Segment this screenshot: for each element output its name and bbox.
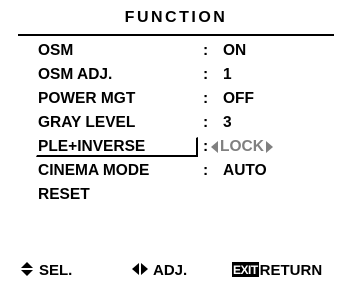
menu-item-osm[interactable]: OSM : ON <box>38 40 338 62</box>
title-divider <box>18 34 334 36</box>
menu-item-value: 3 <box>223 114 232 131</box>
osd-menu-panel: FUNCTION OSM : ON OSM ADJ. : 1 POWER MGT… <box>18 6 334 282</box>
menu-item-reset[interactable]: RESET <box>38 184 338 206</box>
menu-item-value: ON <box>223 42 247 59</box>
menu-item-colon: : <box>203 42 209 59</box>
menu-item-colon: : <box>203 162 209 179</box>
menu-item-label: PLE+INVERSE <box>38 138 146 155</box>
menu-item-power-mgt[interactable]: POWER MGT : OFF <box>38 88 338 110</box>
menu-item-label: OSM <box>38 42 74 59</box>
arrow-right-icon[interactable] <box>265 140 273 153</box>
return-hint: EXIT RETURN <box>232 262 322 279</box>
sel-label: SEL. <box>39 262 73 279</box>
menu-item-colon: : <box>203 66 209 83</box>
menu-item-cinema-mode[interactable]: CINEMA MODE : AUTO <box>38 160 338 182</box>
menu-item-label: CINEMA MODE <box>38 162 150 179</box>
exit-button-icon: EXIT <box>232 262 259 277</box>
menu-item-osm-adj[interactable]: OSM ADJ. : 1 <box>38 64 338 86</box>
menu-item-colon: : <box>203 90 209 107</box>
menu-item-colon: : <box>203 138 209 155</box>
arrow-left-icon[interactable] <box>211 140 218 153</box>
key-guide-footer: SEL. ADJ. EXIT RETURN <box>18 261 334 283</box>
return-label: RETURN <box>259 262 323 279</box>
menu-item-label: OSM ADJ. <box>38 66 113 83</box>
menu-item-colon: : <box>203 114 209 131</box>
menu-title: FUNCTION <box>124 9 228 26</box>
menu-item-value: LOCK <box>220 138 264 155</box>
menu-item-label: RESET <box>38 186 90 203</box>
adj-hint: ADJ. <box>132 262 187 279</box>
menu-item-gray-level[interactable]: GRAY LEVEL : 3 <box>38 112 338 134</box>
menu-item-ple-inverse[interactable]: PLE+INVERSE : LOCK <box>38 136 338 158</box>
menu-item-value-selector[interactable]: LOCK <box>211 138 273 156</box>
menu-item-label: POWER MGT <box>38 90 136 107</box>
adj-label: ADJ. <box>153 262 188 279</box>
menu-item-value: OFF <box>223 90 254 107</box>
menu-item-value: 1 <box>223 66 232 83</box>
sel-hint: SEL. <box>21 262 72 279</box>
left-right-arrow-icon <box>132 263 148 275</box>
up-down-arrow-icon <box>21 262 33 276</box>
menu-item-label: GRAY LEVEL <box>38 114 136 131</box>
menu-item-value: AUTO <box>223 162 267 179</box>
